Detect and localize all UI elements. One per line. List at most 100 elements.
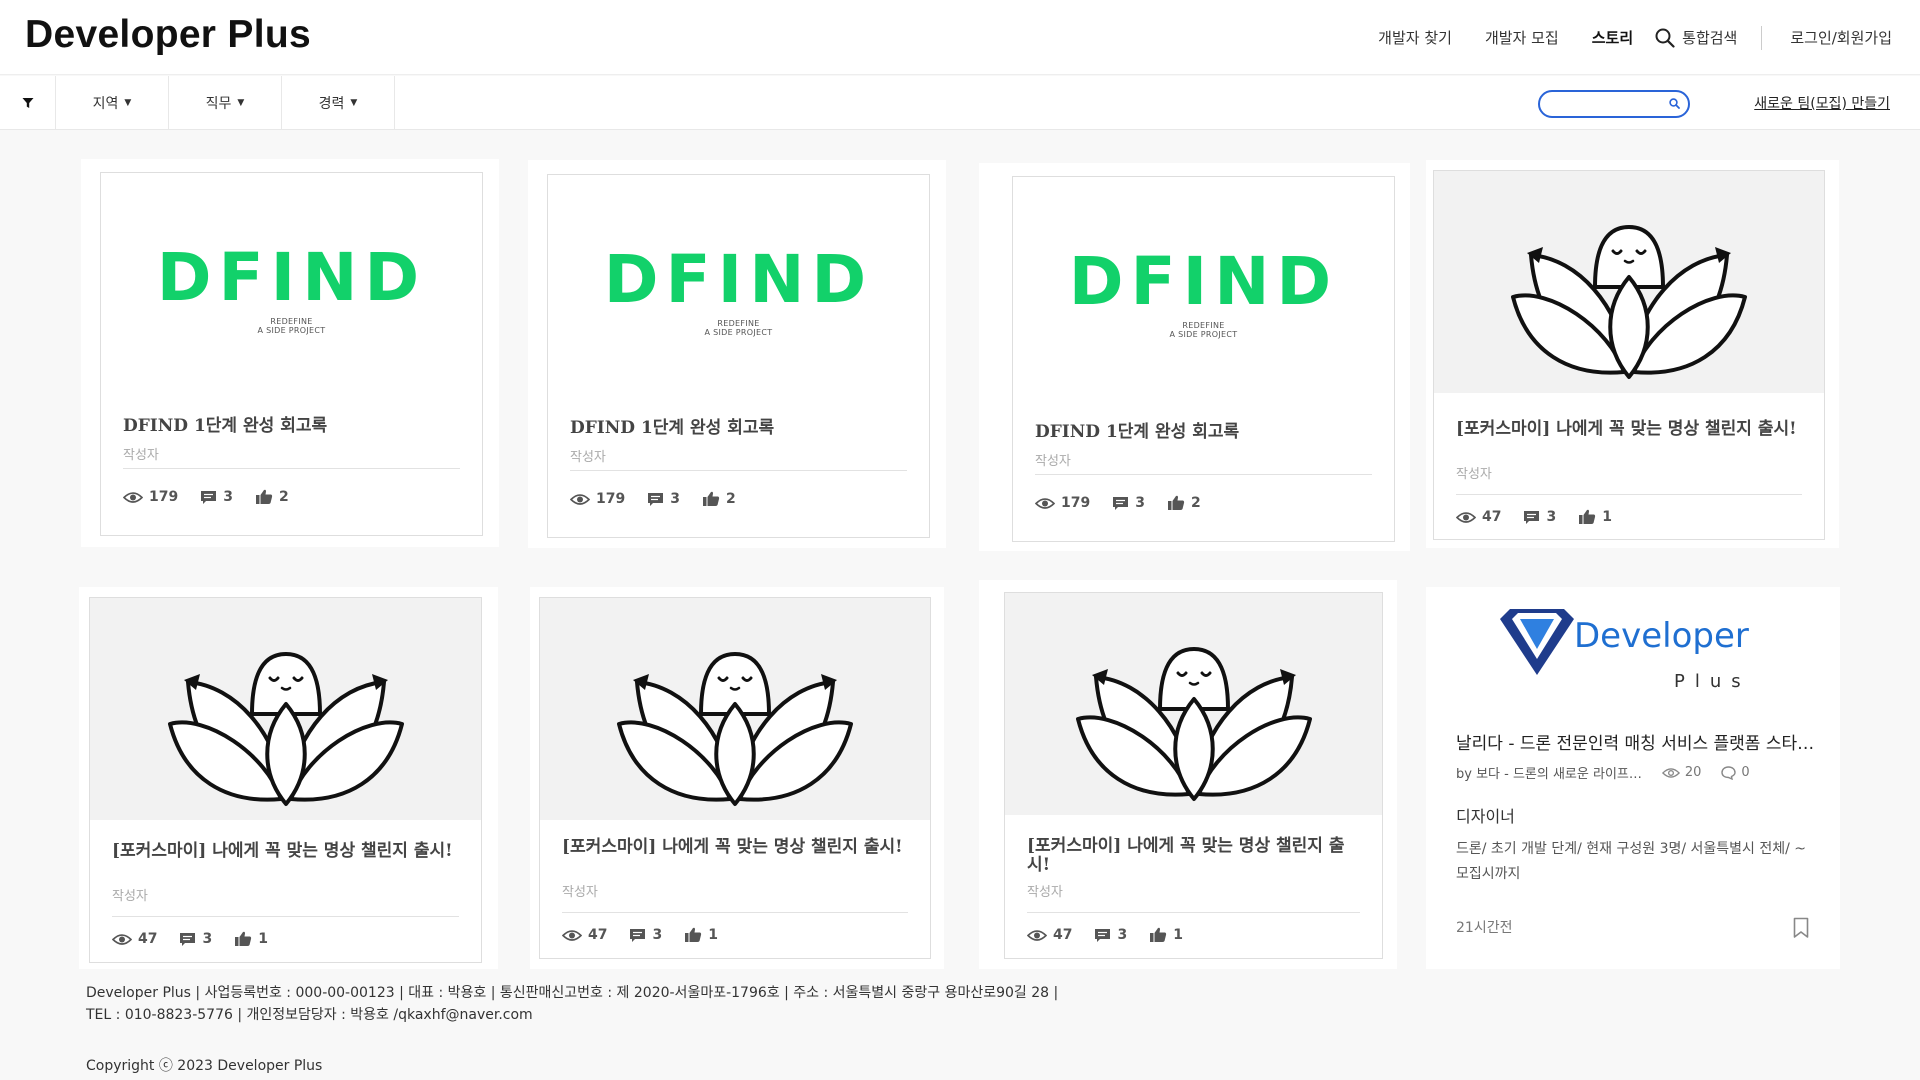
post-card[interactable]: [포커스마이] 나에게 꼭 맞는 명상 챌린지 출시! 작성자 47 3 1 — [1004, 592, 1383, 959]
eye-icon — [1456, 511, 1476, 523]
dfind-wordmark: DFIND — [1068, 243, 1339, 320]
comments-count: 3 — [1117, 927, 1128, 943]
views-count: 179 — [1061, 495, 1091, 511]
post-card[interactable]: [포커스마이] 나에게 꼭 맞는 명상 챌린지 출시! 작성자 47 3 1 — [539, 597, 931, 959]
nav-login-signup[interactable]: 로그인/회원가입 — [1790, 27, 1892, 48]
comment-icon — [1095, 928, 1111, 942]
thumbs-up-icon — [255, 489, 273, 504]
nav-integrated-search[interactable]: 통합검색 — [1655, 27, 1737, 48]
views-count: 179 — [596, 491, 626, 507]
thumbs-up-icon — [685, 927, 702, 942]
dfind-tagline: REDEFINE A SIDE PROJECT — [705, 319, 773, 337]
eye-icon — [123, 491, 143, 503]
comment-icon — [201, 490, 217, 504]
views-count: 20 — [1684, 765, 1702, 780]
post-card[interactable]: DFIND REDEFINE A SIDE PROJECT DFIND 1단계 완… — [547, 174, 930, 538]
comment-bubble-icon — [1721, 765, 1737, 780]
comments-count: 0 — [1741, 765, 1750, 780]
card-author: 작성자 — [1035, 454, 1071, 469]
dfind-logo: DFIND REDEFINE A SIDE PROJECT — [603, 241, 874, 338]
likes-count: 2 — [278, 489, 289, 505]
card-title: [포커스마이] 나에게 꼭 맞는 명상 챌린지 출시! — [112, 841, 453, 861]
recruit-meta: by 보다 - 드론의 새로운 라이프… 20 0 — [1456, 763, 1750, 782]
card-title: [포커스마이] 나에게 꼭 맞는 명상 챌린지 출시! — [562, 837, 903, 857]
card-author: 작성자 — [1456, 467, 1492, 482]
card-divider — [123, 468, 460, 469]
views-count: 47 — [1053, 927, 1073, 943]
views-stat: 47 — [1027, 927, 1072, 943]
dfind-logo: DFIND REDEFINE A SIDE PROJECT — [1068, 243, 1339, 340]
views-stat: 47 — [1456, 509, 1501, 525]
post-card[interactable]: DFIND REDEFINE A SIDE PROJECT DFIND 1단계 완… — [100, 172, 483, 536]
views-count: 179 — [149, 489, 179, 505]
recruit-time: 21시간전 — [1456, 920, 1513, 936]
recruit-title: 날리다 - 드론 전문인력 매칭 서비스 플랫폼 스타… — [1456, 734, 1815, 754]
post-card[interactable]: [포커스마이] 나에게 꼭 맞는 명상 챌린지 출시! 작성자 47 3 1 — [89, 597, 482, 963]
card-divider — [1027, 912, 1360, 913]
nav-story[interactable]: 스토리 — [1592, 27, 1633, 48]
views-stat: 179 — [570, 491, 625, 507]
comments-count: 3 — [1135, 495, 1145, 511]
developer-plus-logo: Developer Plus — [1426, 587, 1840, 707]
dfind-wordmark: DFIND — [603, 241, 874, 318]
card-divider — [562, 912, 908, 913]
search-submit-icon[interactable] — [1669, 98, 1680, 109]
bookmark-icon[interactable] — [1793, 917, 1809, 939]
comments-stat: 3 — [629, 927, 662, 943]
card-author: 작성자 — [1027, 885, 1063, 900]
comments-count: 3 — [652, 927, 663, 943]
views-stat: 179 — [123, 489, 178, 505]
comments-count: 3 — [670, 491, 680, 507]
comment-icon — [1113, 496, 1129, 510]
card-stats: 47 3 1 — [1456, 509, 1634, 525]
main-nav: 개발자 찾기 개발자 모집 스토리 통합검색 로그인/회원가입 — [1345, 0, 1892, 75]
recruit-author: by 보다 - 드론의 새로운 라이프… — [1456, 767, 1642, 782]
card-stats: 179 3 2 — [1035, 495, 1223, 511]
filter-job-dropdown[interactable]: 직무 ▼ — [169, 76, 282, 130]
site-logo[interactable]: Developer Plus — [25, 13, 311, 57]
nav-find-developer[interactable]: 개발자 찾기 — [1378, 27, 1452, 48]
eye-icon — [1027, 929, 1047, 941]
recruit-card[interactable]: Developer Plus 날리다 - 드론 전문인력 매칭 서비스 플랫폼 … — [1426, 587, 1840, 969]
card-stats: 47 3 1 — [1027, 927, 1205, 943]
thumbs-up-icon — [1150, 927, 1167, 942]
card-stats: 179 3 2 — [570, 491, 758, 507]
search-input[interactable] — [1550, 95, 1665, 113]
caret-down-icon: ▼ — [237, 98, 245, 108]
meditation-lotus-illustration — [167, 652, 404, 806]
top-header: Developer Plus 개발자 찾기 개발자 모집 스토리 통합검색 로그… — [0, 0, 1920, 75]
meditation-lotus-illustration — [1075, 647, 1312, 801]
views-stat: 20 — [1661, 765, 1702, 780]
comments-stat: 0 — [1721, 765, 1750, 780]
dfind-wordmark: DFIND — [156, 239, 427, 316]
card-stats: 179 3 2 — [123, 489, 311, 505]
views-count: 47 — [1482, 509, 1502, 525]
comments-stat: 3 — [179, 931, 212, 947]
comments-stat: 3 — [1094, 927, 1127, 943]
comment-icon — [630, 928, 646, 942]
comment-icon — [1524, 510, 1540, 524]
post-card[interactable]: [포커스마이] 나에게 꼭 맞는 명상 챌린지 출시! 작성자 47 3 1 — [1433, 170, 1825, 540]
filter-job-label: 직무 — [205, 96, 232, 112]
filter-career-dropdown[interactable]: 경력 ▼ — [282, 76, 395, 130]
eye-icon — [1035, 497, 1055, 509]
thumbs-up-icon — [1167, 495, 1185, 510]
footer-copyright: Copyright ⓒ 2023 Developer Plus — [86, 1058, 323, 1074]
diamond-logo-icon — [1500, 609, 1574, 675]
likes-stat: 2 — [1167, 495, 1201, 511]
card-divider — [1456, 494, 1802, 495]
card-divider — [112, 916, 459, 917]
filter-toggle[interactable] — [0, 76, 56, 130]
filter-region-dropdown[interactable]: 지역 ▼ — [56, 76, 169, 130]
create-new-team-link[interactable]: 새로운 팀(모집) 만들기 — [1754, 93, 1890, 113]
footer-business-info: Developer Plus | 사업등록번호 : 000-00-00123 |… — [86, 985, 1059, 1001]
dfind-logo: DFIND REDEFINE A SIDE PROJECT — [156, 239, 427, 336]
nav-recruit-developer[interactable]: 개발자 모집 — [1485, 27, 1559, 48]
filter-region-label: 지역 — [92, 96, 119, 112]
comments-count: 3 — [202, 931, 213, 947]
comments-count: 3 — [223, 489, 233, 505]
dfind-tagline: REDEFINE A SIDE PROJECT — [1170, 321, 1238, 339]
likes-count: 1 — [708, 927, 718, 943]
card-thumbnail: DFIND REDEFINE A SIDE PROJECT — [1013, 177, 1394, 399]
post-card[interactable]: DFIND REDEFINE A SIDE PROJECT DFIND 1단계 완… — [1012, 176, 1395, 542]
